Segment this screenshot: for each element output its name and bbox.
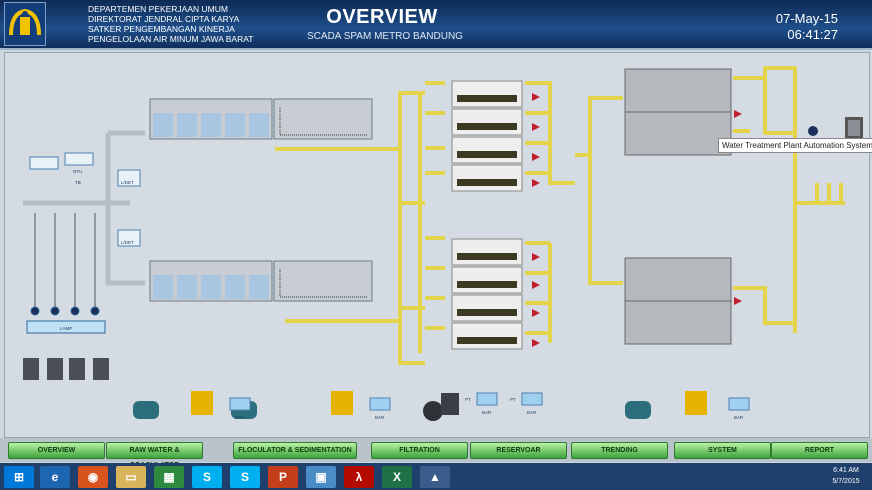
nav-filtration-button[interactable]: FILTRATION [371, 442, 468, 459]
blower-units [133, 391, 707, 421]
file-explorer-icon[interactable]: ▭ [116, 466, 146, 488]
header-date: 07-May-15 [775, 11, 838, 26]
acrobat-icon[interactable]: λ [344, 466, 374, 488]
reservoirs [624, 68, 732, 345]
pt-label-2: PT [510, 397, 516, 402]
flow-unit-upper: L/DET [121, 180, 134, 185]
tray-clock-date[interactable]: 5/7/2015 [826, 478, 866, 485]
bar-label-1: BAR [235, 415, 245, 420]
skype-alt-icon[interactable]: S [230, 466, 260, 488]
bar-label-2: BAR [375, 415, 385, 420]
store-icon[interactable]: ▦ [154, 466, 184, 488]
lamp-label: LAMP [60, 326, 72, 331]
instrument-boxes [29, 152, 141, 247]
feed-lines [34, 213, 96, 313]
nav-raw-water-button[interactable]: RAW WATER & COAGULATOR [106, 442, 203, 469]
pt-label-1: PT [465, 397, 471, 402]
basin-water-upper [153, 113, 269, 137]
remote-desktop-icon[interactable]: ▣ [306, 466, 336, 488]
basin-water-lower [153, 275, 269, 299]
nav-trending-button[interactable]: TRENDING [571, 442, 668, 459]
powerpoint-icon[interactable]: P [268, 466, 298, 488]
nav-system-button[interactable]: SYSTEM [674, 442, 771, 459]
org-line-1: DEPARTEMEN PEKERJAAN UMUM [88, 4, 228, 14]
org-line-3: SATKER PENGEMBANGAN KINERJA [88, 24, 235, 34]
automation-tooltip: Water Treatment Plant Automation System [718, 138, 872, 153]
bar-label-5: BAR [734, 415, 744, 420]
bar-label-3: BAR [482, 410, 492, 415]
page-subtitle: SCADA SPAM METRO BANDUNG [307, 31, 463, 42]
windows-start-icon[interactable]: ⊞ [4, 466, 34, 488]
flow-unit-lower: L/DET [121, 240, 134, 245]
nav-overview-button[interactable]: OVERVIEW [8, 442, 105, 459]
nav-floculator-button[interactable]: FLOCULATOR & SEDIMENTATION [233, 442, 357, 459]
filter-alarm-valves [532, 93, 540, 347]
pu-logo [4, 2, 46, 46]
chemical-tanks [23, 358, 109, 380]
tb-label: TB [75, 180, 81, 185]
bar-label-4: BAR [527, 410, 537, 415]
process-panel: NTU TB L/DET L/DET LAMP BAR BAR BAR BAR … [4, 52, 870, 438]
internet-explorer-icon[interactable]: e [40, 466, 70, 488]
org-line-2: DIREKTORAT JENDRAL CIPTA KARYA [88, 14, 240, 24]
filter-units [451, 80, 523, 350]
firefox-icon[interactable]: ◉ [78, 466, 108, 488]
pressure-displays [229, 392, 750, 411]
excel-icon[interactable]: X [382, 466, 412, 488]
skype-icon[interactable]: S [192, 466, 222, 488]
org-line-4: PENGELOLAAN AIR MINUM JAWA BARAT [88, 34, 254, 44]
nav-report-button[interactable]: REPORT [771, 442, 868, 459]
scada-app-icon[interactable]: ▲ [420, 466, 450, 488]
process-diagram: NTU TB L/DET L/DET LAMP BAR BAR BAR BAR … [23, 66, 863, 421]
distribution-pump [808, 117, 863, 139]
ntu-label: NTU [73, 169, 82, 174]
page-title: OVERVIEW [326, 6, 438, 28]
nav-reservoar-button[interactable]: RESERVOAR [470, 442, 567, 459]
pu-logo-icon [9, 8, 41, 36]
tray-clock-time[interactable]: 6:41 AM [826, 467, 866, 474]
header-time: 06:41:27 [787, 27, 838, 42]
